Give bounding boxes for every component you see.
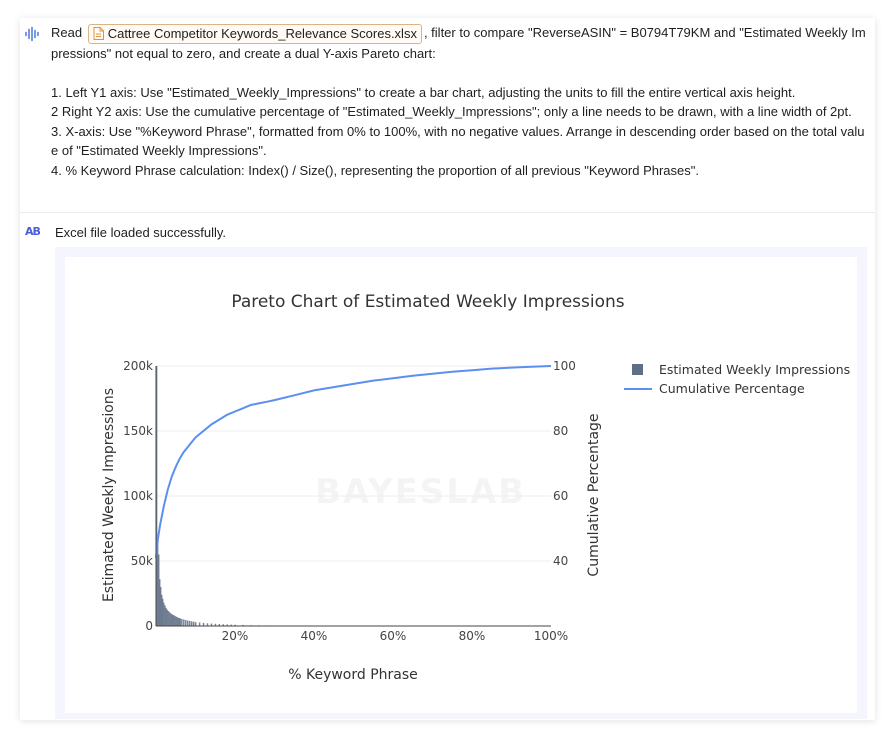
bar [188,620,191,626]
x-tick-label: 100% [534,629,568,643]
file-chip[interactable]: Cattree Competitor Keywords_Relevance Sc… [87,23,422,44]
grid-lines [156,365,551,562]
bar [183,619,185,626]
bar [192,621,195,626]
conversation-card: Read Cattree Competitor Keywords_Relevan… [20,18,875,720]
legend-label-line: Cumulative Percentage [659,381,805,396]
user-message: Read Cattree Competitor Keywords_Relevan… [20,18,875,213]
chart-frame: BAYESLAB 0 50k 100k 150k 200k 40 60 80 100 20% 40%… [55,247,867,719]
bar [187,620,189,626]
instruction-item-1: 1. Left Y1 axis: Use "Estimated_Weekly_I… [51,84,796,100]
y-axis-label: Estimated Weekly Impressions [101,388,117,602]
x-axis-label: % Keyword Phrase [288,667,418,683]
file-name: Cattree Competitor Keywords_Relevance Sc… [107,25,417,41]
chart-panel: BAYESLAB 0 50k 100k 150k 200k 40 60 80 100 20% 40%… [65,257,857,713]
assistant-logo-icon: AB [25,225,41,238]
y-tick-label: 100k [123,489,153,503]
cumulative-line [155,365,552,558]
legend: Estimated Weekly Impressions Cumulative … [624,362,850,396]
y-tick-label: 150k [123,424,153,438]
bar [198,622,201,626]
y2-tick-label: 80 [553,424,568,438]
voice-wave-icon [25,26,39,42]
instruction-item-4: 4. % Keyword Phrase calculation: Index()… [51,162,699,178]
y-tick-label: 200k [123,359,153,373]
bar [194,622,197,626]
assistant-message-text: Excel file loaded successfully. [55,225,227,240]
y2-tick-label: 60 [553,489,568,503]
bar [185,620,187,626]
y2-axis-label: Cumulative Percentage [586,413,602,576]
watermark-text: BAYESLAB [315,472,526,512]
x-tick-label: 80% [459,629,486,643]
chart-title: Pareto Chart of Estimated Weekly Impress… [231,292,624,312]
x-tick-label: 20% [222,629,249,643]
bar [181,618,183,626]
x-tick-label: 40% [301,629,328,643]
legend-swatch-bar [632,364,643,375]
x-tick-label: 60% [380,629,407,643]
y2-tick-label: 40 [553,554,568,568]
assistant-message: AB Excel file loaded successfully. [20,222,875,242]
y-tick-label: 0 [145,619,153,633]
read-word: Read [51,25,83,40]
bar [190,621,193,626]
file-icon [93,27,104,41]
bar [179,618,181,626]
instruction-item-3: 3. X-axis: Use "%Keyword Phrase", format… [51,123,865,159]
y-tick-label: 50k [131,554,153,568]
pareto-chart: BAYESLAB 0 50k 100k 150k 200k 40 60 80 100 20% 40%… [101,292,850,683]
legend-label-bar: Estimated Weekly Impressions [659,362,850,377]
user-message-text: Read Cattree Competitor Keywords_Relevan… [51,23,871,180]
y2-tick-label: 100 [553,359,576,373]
instruction-item-2: 2 Right Y2 axis: Use the cumulative perc… [51,104,852,120]
